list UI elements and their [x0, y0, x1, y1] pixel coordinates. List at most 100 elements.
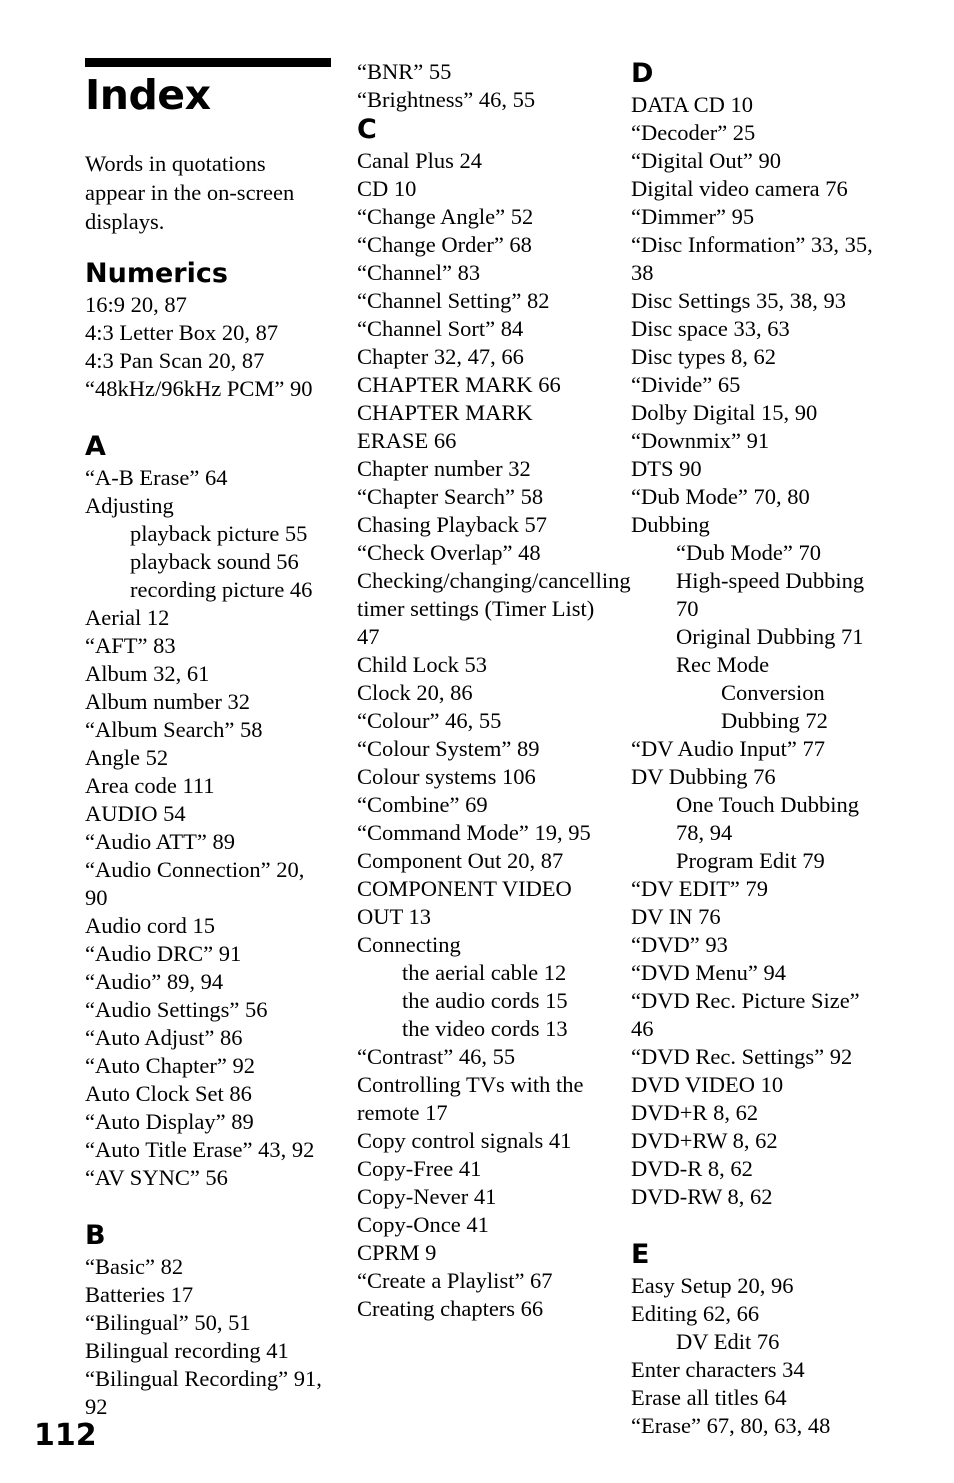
- index-entry: Disc Settings 35, 38, 93: [631, 288, 847, 313]
- masthead-rule: [85, 58, 331, 67]
- index-entry: Conversion Dubbing 72: [721, 680, 828, 733]
- index-entry: “AV SYNC” 56: [85, 1165, 228, 1190]
- index-entry: Dolby Digital 15, 90: [631, 400, 818, 425]
- index-entry: Creating chapters 66: [357, 1296, 544, 1321]
- index-entry: “DVD Menu” 94: [631, 960, 786, 985]
- index-entry: Editing 62, 66: [631, 1301, 760, 1326]
- index-entry: “DVD” 93: [631, 932, 728, 957]
- index-entry: AUDIO 54: [85, 801, 186, 826]
- index-entry: High-speed Dubbing 70: [676, 568, 865, 621]
- index-entry: Child Lock 53: [357, 652, 487, 677]
- index-column-1: Index Words in quotations appear in the …: [85, 58, 331, 1421]
- index-entry: DVD-RW 8, 62: [631, 1184, 773, 1209]
- index-entry: “Channel Sort” 84: [357, 316, 524, 341]
- index-section: Numerics 16:9 20, 87 4:3 Letter Box 20, 87…: [85, 258, 331, 403]
- index-entry: Digital video camera 76: [631, 176, 848, 201]
- index-entry: 4:3 Pan Scan 20, 87: [85, 348, 265, 373]
- index-entry: “Colour” 46, 55: [357, 708, 502, 733]
- index-entry: Easy Setup 20, 96: [631, 1273, 794, 1298]
- index-entry: DV Dubbing 76: [631, 764, 776, 789]
- index-entry: the audio cords 15: [402, 988, 568, 1013]
- index-entry: the aerial cable 12: [402, 960, 567, 985]
- index-entry: Disc types 8, 62: [631, 344, 776, 369]
- index-entry: Album number 32: [85, 689, 250, 714]
- index-section: E Easy Setup 20, 96 Editing 62, 66 DV Edit …: [631, 1239, 875, 1440]
- column-2-sections: “BNR” 55 “Brightness” 46, 55 C Canal Plus 2…: [357, 58, 631, 1323]
- index-entry: playback picture 55: [130, 521, 308, 546]
- index-entry: DTS 90: [631, 456, 702, 481]
- index-entry: Clock 20, 86: [357, 680, 473, 705]
- index-entry-list: 16:9 20, 87 4:3 Letter Box 20, 87 4:3 Pan …: [85, 291, 331, 403]
- index-entry: “Change Order” 68: [357, 232, 532, 257]
- index-entry: “Digital Out” 90: [631, 148, 781, 173]
- index-entry: COMPONENT VIDEO OUT 13: [357, 876, 572, 929]
- index-entry: “Bilingual Recording” 91, 92: [85, 1366, 322, 1419]
- index-entry: Dubbing: [631, 512, 710, 537]
- index-entry: CHAPTER MARK ERASE 66: [357, 400, 533, 453]
- index-entry: Chapter number 32: [357, 456, 531, 481]
- section-letter: C: [357, 114, 377, 145]
- index-columns: Index Words in quotations appear in the …: [85, 58, 875, 1440]
- index-entry: “Audio DRC” 91: [85, 941, 242, 966]
- index-entry: Rec Mode: [676, 652, 770, 677]
- index-entry-list: DATA CD 10 “Decoder” 25 “Digital Out” 90 Di…: [631, 91, 875, 1211]
- index-entry: the video cords 13: [402, 1016, 568, 1041]
- section-letter: E: [631, 1239, 650, 1270]
- section-letter: A: [85, 431, 106, 462]
- index-section: C Canal Plus 24 CD 10 “Change Angle” 52 “Cha…: [357, 114, 631, 1323]
- section-letter: Numerics: [85, 258, 228, 289]
- index-entry-list: “Basic” 82 Batteries 17 “Bilingual” 50, 51…: [85, 1253, 331, 1421]
- index-entry: “Chapter Search” 58: [357, 484, 544, 509]
- index-entry: recording picture 46: [130, 577, 313, 602]
- index-entry: Connecting: [357, 932, 461, 957]
- column-3-sections: D DATA CD 10 “Decoder” 25 “Digital Out” 90 D…: [631, 58, 875, 1440]
- index-entry: 4:3 Letter Box 20, 87: [85, 320, 279, 345]
- index-entry: “Bilingual” 50, 51: [85, 1310, 251, 1335]
- index-entry: “Album Search” 58: [85, 717, 263, 742]
- index-entry-list: Canal Plus 24 CD 10 “Change Angle” 52 “Chan…: [357, 147, 631, 1323]
- index-entry: Checking/changing/cancelling timer setti…: [357, 568, 631, 649]
- index-entry: Erase all titles 64: [631, 1385, 787, 1410]
- index-column-3: D DATA CD 10 “Decoder” 25 “Digital Out” 90 D…: [631, 58, 875, 1440]
- index-entry: Copy-Once 41: [357, 1212, 489, 1237]
- index-entry: Area code 111: [85, 773, 215, 798]
- index-entry-list: Easy Setup 20, 96 Editing 62, 66 DV Edit 7…: [631, 1272, 875, 1440]
- index-entry: Component Out 20, 87: [357, 848, 564, 873]
- index-entry: Angle 52: [85, 745, 169, 770]
- index-entry: “Contrast” 46, 55: [357, 1044, 516, 1069]
- index-column-2: “BNR” 55 “Brightness” 46, 55 C Canal Plus 2…: [357, 58, 631, 1323]
- index-section: “BNR” 55 “Brightness” 46, 55: [357, 58, 605, 114]
- index-entry: “Disc Information” 33, 35, 38: [631, 232, 873, 285]
- index-entry: Colour systems 106: [357, 764, 536, 789]
- index-entry: “Dub Mode” 70, 80: [631, 484, 810, 509]
- index-entry-list: “A-B Erase” 64 Adjusting playback picture …: [85, 464, 331, 1192]
- index-entry: “Audio Settings” 56: [85, 997, 268, 1022]
- index-entry: “Command Mode” 19, 95: [357, 820, 591, 845]
- index-section: B “Basic” 82 Batteries 17 “Bilingual” 50, 5…: [85, 1220, 331, 1421]
- index-section: A “A-B Erase” 64 Adjusting playback picture…: [85, 431, 331, 1192]
- index-entry: DVD-R 8, 62: [631, 1156, 753, 1181]
- index-entry: “Dub Mode” 70: [676, 540, 821, 565]
- index-entry: “48kHz/96kHz PCM” 90: [85, 376, 313, 401]
- index-entry: “Colour System” 89: [357, 736, 540, 761]
- index-entry: Bilingual recording 41: [85, 1338, 289, 1363]
- index-entry: DV Edit 76: [676, 1329, 780, 1354]
- index-entry: CHAPTER MARK 66: [357, 372, 561, 397]
- column-1-sections: Numerics 16:9 20, 87 4:3 Letter Box 20, 87…: [85, 258, 331, 1421]
- index-entry: “Audio ATT” 89: [85, 829, 235, 854]
- index-entry: Controlling TVs with the remote 17: [357, 1072, 584, 1125]
- index-entry: Canal Plus 24: [357, 148, 483, 173]
- index-entry: DVD+R 8, 62: [631, 1100, 759, 1125]
- index-entry: “A-B Erase” 64: [85, 465, 228, 490]
- index-entry: Audio cord 15: [85, 913, 215, 938]
- index-entry: “Erase” 67, 80, 63, 48: [631, 1413, 831, 1438]
- index-entry-list: “BNR” 55 “Brightness” 46, 55: [357, 58, 605, 114]
- index-entry: “DV Audio Input” 77: [631, 736, 825, 761]
- index-entry: “Auto Chapter” 92: [85, 1053, 255, 1078]
- index-entry: Copy-Free 41: [357, 1156, 482, 1181]
- index-entry: Chapter 32, 47, 66: [357, 344, 524, 369]
- index-entry: DVD VIDEO 10: [631, 1072, 784, 1097]
- index-entry: “Divide” 65: [631, 372, 741, 397]
- index-entry: “Create a Playlist” 67: [357, 1268, 553, 1293]
- index-entry: “Combine” 69: [357, 792, 488, 817]
